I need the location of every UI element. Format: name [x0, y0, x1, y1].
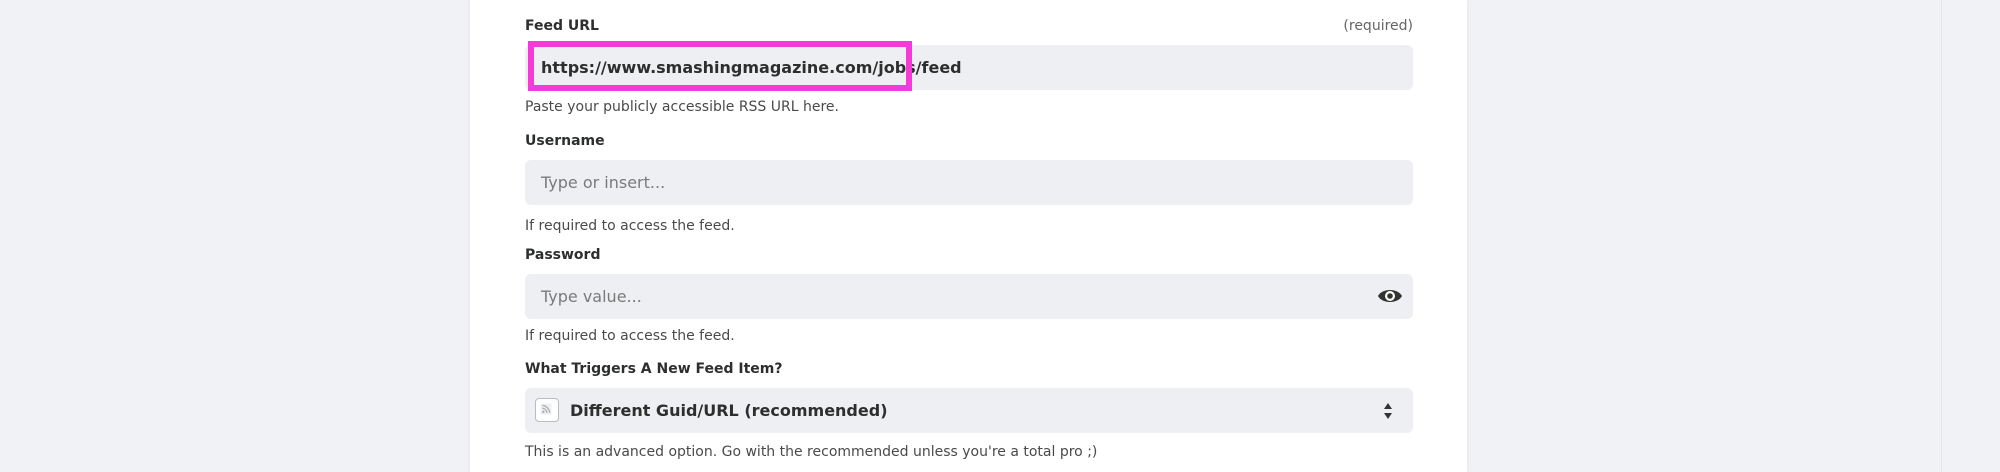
page: Feed URL (required) https://www.smashing…: [0, 0, 2000, 472]
feed-url-label: Feed URL: [525, 18, 599, 34]
username-field: Username Type or insert... If required t…: [525, 133, 1413, 234]
trigger-field: What Triggers A New Feed Item? Different…: [525, 361, 1413, 460]
feed-url-value: https://www.smashingmagazine.com/jobs/fe…: [541, 58, 962, 77]
username-placeholder: Type or insert...: [541, 173, 666, 192]
trigger-hint: This is an advanced option. Go with the …: [525, 444, 1098, 460]
password-input[interactable]: Type value...: [525, 274, 1413, 319]
password-label-row: Password: [525, 247, 1413, 265]
trigger-selected-value: Different Guid/URL (recommended): [570, 401, 888, 420]
feed-url-label-row: Feed URL (required): [525, 18, 1413, 36]
username-label: Username: [525, 133, 605, 149]
trigger-select[interactable]: Different Guid/URL (recommended): [525, 388, 1413, 433]
up-down-arrows-icon: [1384, 403, 1392, 419]
password-field: Password Type value... If required to ac…: [525, 247, 1413, 344]
required-indicator: (required): [1343, 18, 1413, 34]
feed-url-input[interactable]: https://www.smashingmagazine.com/jobs/fe…: [525, 41, 1413, 91]
eye-icon[interactable]: [1377, 285, 1403, 307]
password-placeholder: Type value...: [541, 287, 642, 306]
username-hint: If required to access the feed.: [525, 218, 735, 234]
username-label-row: Username: [525, 133, 1413, 151]
trigger-label-row: What Triggers A New Feed Item?: [525, 361, 1413, 379]
feed-url-hint: Paste your publicly accessible RSS URL h…: [525, 99, 839, 115]
rss-icon: [535, 398, 559, 422]
password-hint: If required to access the feed.: [525, 328, 735, 344]
trigger-label: What Triggers A New Feed Item?: [525, 361, 783, 377]
feed-url-field: Feed URL (required) https://www.smashing…: [525, 18, 1413, 115]
divider: [1941, 0, 1942, 472]
password-label: Password: [525, 247, 601, 263]
username-input[interactable]: Type or insert...: [525, 160, 1413, 205]
